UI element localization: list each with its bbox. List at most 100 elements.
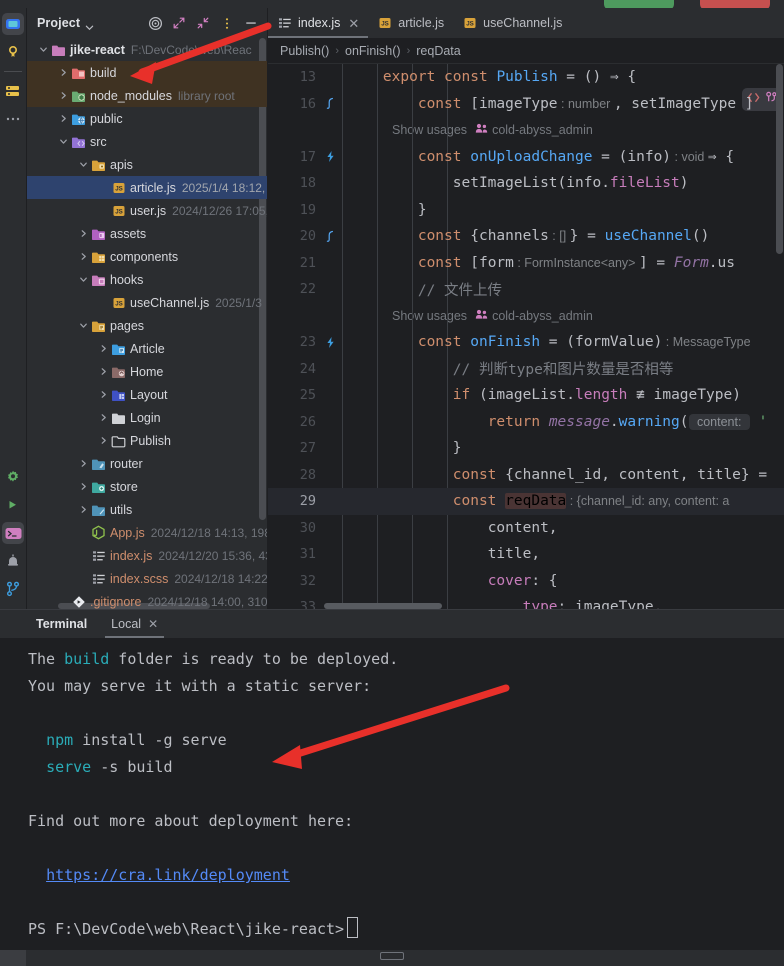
locate-target-icon[interactable] (147, 15, 163, 31)
chevron-right-icon[interactable] (97, 344, 110, 353)
terminal-icon[interactable] (0, 519, 26, 547)
chevron-right-icon[interactable] (77, 229, 90, 238)
tree-row-usechannel-js[interactable]: JS useChannel.js 2025/1/3 (27, 291, 267, 314)
code-line[interactable]: 19 } (268, 197, 784, 224)
code-line[interactable]: 21 const [form : FormInstance<any> ] = F… (268, 250, 784, 277)
collapse-all-icon[interactable] (195, 15, 211, 31)
breadcrumb-item[interactable]: reqData (416, 44, 460, 58)
tree-row-hooks[interactable]: hooks (27, 268, 267, 291)
code-author-annotation[interactable]: cold-abyss_admin (475, 123, 593, 137)
code-line[interactable]: 16 const [imageType : number , setImageT… (268, 91, 784, 118)
code-line[interactable]: 23 const onFinish = (formValue) : Messag… (268, 329, 784, 356)
code-line[interactable]: 33 type: imageType, (268, 594, 784, 609)
editor-tab-article-js[interactable]: JS article.js (368, 8, 453, 38)
editor-tab-index-js[interactable]: index.js ✕ (268, 8, 369, 38)
chevron-right-icon[interactable] (97, 367, 110, 376)
usage-marker-icon[interactable] (322, 230, 338, 243)
tree-row-publish[interactable]: Publish (27, 429, 267, 452)
problems-icon[interactable] (0, 547, 26, 575)
hide-panel-icon[interactable] (243, 15, 259, 31)
chevron-right-icon[interactable] (77, 459, 90, 468)
tree-row-article[interactable]: Article (27, 337, 267, 360)
code-line[interactable]: 32 cover: { (268, 568, 784, 595)
chevron-down-icon[interactable] (77, 160, 90, 169)
tree-row-pages[interactable]: pages (27, 314, 267, 337)
chevron-right-icon[interactable] (57, 91, 70, 100)
version-control-icon[interactable] (0, 575, 26, 603)
deployment-link[interactable]: https://cra.link/deployment (46, 866, 290, 884)
code-vision-hint[interactable]: Show usages cold-abyss_admin (268, 303, 784, 330)
tree-row-build[interactable]: build (27, 61, 267, 84)
tree-row-home[interactable]: Home (27, 360, 267, 383)
code-line[interactable]: 29 const reqData : {channel_id: any, con… (268, 488, 784, 515)
tree-row-app-js[interactable]: App.js 2024/12/18 14:13, 198 (27, 521, 267, 544)
code-line[interactable]: 17 const onUploadChange = (info) : void … (268, 144, 784, 171)
tree-row-article-js[interactable]: JS article.js 2025/1/4 18:12, (27, 176, 267, 199)
structure-icon[interactable] (0, 77, 26, 105)
settings-gear-icon[interactable] (0, 463, 26, 491)
close-icon[interactable]: ✕ (348, 17, 359, 30)
tree-row-layout[interactable]: Layout (27, 383, 267, 406)
tree-row-jike-react[interactable]: jike-react F:\DevCode\web\Reac (27, 38, 267, 61)
chevron-right-icon[interactable] (77, 252, 90, 261)
tree-row-router[interactable]: router (27, 452, 267, 475)
bookmarks-icon[interactable] (0, 38, 26, 66)
tree-row-index-scss[interactable]: index.scss 2024/12/18 14:22, (27, 567, 267, 590)
tree-row-src[interactable]: src (27, 130, 267, 153)
chevron-down-icon[interactable] (57, 137, 70, 146)
window-resize-handle[interactable] (380, 952, 404, 960)
editor-tab-usechannel-js[interactable]: JS useChannel.js (453, 8, 571, 38)
terminal-output[interactable]: The build folder is ready to be deployed… (0, 638, 784, 950)
usage-marker-icon[interactable] (322, 97, 338, 110)
chevron-down-icon[interactable] (37, 45, 50, 54)
breadcrumb-item[interactable]: onFinish() (345, 44, 401, 58)
chevron-right-icon[interactable] (97, 436, 110, 445)
tree-row-public[interactable]: public (27, 107, 267, 130)
run-icon[interactable] (0, 491, 26, 519)
show-usages-link[interactable]: Show usages (392, 309, 467, 323)
chevron-right-icon[interactable] (57, 114, 70, 123)
expand-all-icon[interactable] (171, 15, 187, 31)
show-usages-link[interactable]: Show usages (392, 123, 467, 137)
lambda-marker-icon[interactable] (322, 336, 338, 349)
code-line[interactable]: 26 return message.warning( content: ' (268, 409, 784, 436)
chevron-down-icon[interactable] (77, 275, 90, 284)
more-tool-windows-icon[interactable] (0, 105, 26, 133)
chevron-right-icon[interactable] (57, 68, 70, 77)
code-line[interactable]: 13 export const Publish = () ⇒ { (268, 64, 784, 91)
tree-row--gitignore[interactable]: .gitignore 2024/12/18 14:00, 310 (27, 590, 267, 609)
chevron-right-icon[interactable] (97, 413, 110, 422)
project-file-tree[interactable]: jike-react F:\DevCode\web\Reac build node_m… (27, 38, 267, 609)
project-tool-icon[interactable] (0, 10, 26, 38)
close-icon[interactable]: ✕ (148, 617, 158, 631)
chevron-down-icon[interactable] (77, 321, 90, 330)
lambda-marker-icon[interactable] (322, 150, 338, 163)
code-line[interactable]: 31 title, (268, 541, 784, 568)
breadcrumb-item[interactable]: Publish() (280, 44, 329, 58)
chevron-right-icon[interactable] (97, 390, 110, 399)
code-line[interactable]: 20 const {channels : [] } = useChannel() (268, 223, 784, 250)
tree-row-assets[interactable]: assets (27, 222, 267, 245)
code-line[interactable]: 25 if (imageList.length ≢ imageType) (268, 382, 784, 409)
tree-row-apis[interactable]: apis (27, 153, 267, 176)
code-line[interactable]: 22 // 文件上传 (268, 276, 784, 303)
code-author-annotation[interactable]: cold-abyss_admin (475, 309, 593, 323)
chevron-right-icon[interactable] (77, 505, 90, 514)
tree-row-user-js[interactable]: JS user.js 2024/12/26 17:05, (27, 199, 267, 222)
chevron-right-icon[interactable] (77, 482, 90, 491)
options-menu-icon[interactable] (219, 15, 235, 31)
tree-row-utils[interactable]: utils (27, 498, 267, 521)
code-line[interactable]: 24 // 判断type和图片数量是否相等 (268, 356, 784, 383)
code-editor[interactable]: 13 export const Publish = () ⇒ {16 const… (268, 64, 784, 609)
tree-row-node-modules[interactable]: node_modules library root (27, 84, 267, 107)
code-vision-hint[interactable]: Show usages cold-abyss_admin (268, 117, 784, 144)
code-line[interactable]: 28 const {channel_id, content, title} = (268, 462, 784, 489)
tree-row-components[interactable]: components (27, 245, 267, 268)
code-line[interactable]: 18 setImageList(info.fileList) (268, 170, 784, 197)
chevron-down-icon[interactable] (85, 19, 94, 30)
tree-row-login[interactable]: Login (27, 406, 267, 429)
code-line[interactable]: 27 } (268, 435, 784, 462)
tree-row-index-js[interactable]: index.js 2024/12/20 15:36, 43 (27, 544, 267, 567)
code-line[interactable]: 30 content, (268, 515, 784, 542)
terminal-tab-local[interactable]: Local ✕ (99, 610, 170, 638)
